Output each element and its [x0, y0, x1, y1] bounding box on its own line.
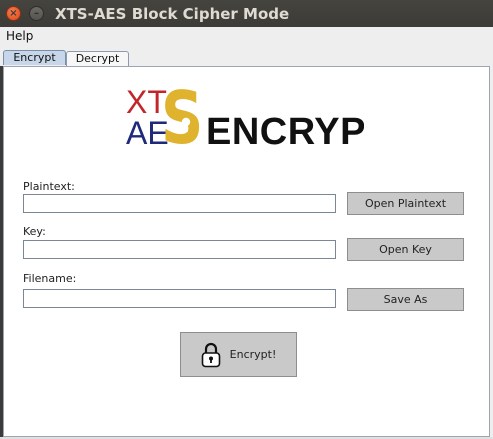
window-title: XTS-AES Block Cipher Mode	[55, 5, 290, 23]
plaintext-input[interactable]	[23, 194, 336, 213]
encrypt-button-label: Encrypt!	[229, 348, 277, 361]
filename-input[interactable]	[23, 289, 336, 308]
key-label: Key:	[23, 225, 46, 238]
close-window-button[interactable]: ×	[6, 6, 21, 21]
xts-aes-encrypt-logo: XT AE S ENCRYPT	[126, 81, 364, 151]
menu-bar: Help	[0, 27, 493, 45]
plaintext-label: Plaintext:	[23, 180, 75, 193]
lock-icon	[201, 342, 220, 367]
encrypt-panel: XT AE S ENCRYPT Plaintext: Open Plaintex…	[3, 66, 490, 437]
logo-encrypt-word: ENCRYPT	[206, 111, 364, 151]
key-input[interactable]	[23, 240, 336, 259]
tab-strip: Encrypt Decrypt	[0, 45, 493, 66]
open-key-button[interactable]: Open Key	[347, 238, 464, 261]
save-as-button[interactable]: Save As	[347, 288, 464, 311]
title-bar: × – XTS-AES Block Cipher Mode	[0, 0, 493, 27]
encrypt-button[interactable]: Encrypt!	[180, 332, 297, 377]
filename-label: Filename:	[23, 272, 77, 285]
minimize-window-button[interactable]: –	[29, 6, 44, 21]
tab-decrypt[interactable]: Decrypt	[66, 51, 129, 66]
logo-s-letter: S	[161, 81, 204, 151]
open-plaintext-button[interactable]: Open Plaintext	[347, 192, 464, 215]
tab-encrypt[interactable]: Encrypt	[3, 50, 66, 65]
menu-help[interactable]: Help	[6, 29, 33, 43]
